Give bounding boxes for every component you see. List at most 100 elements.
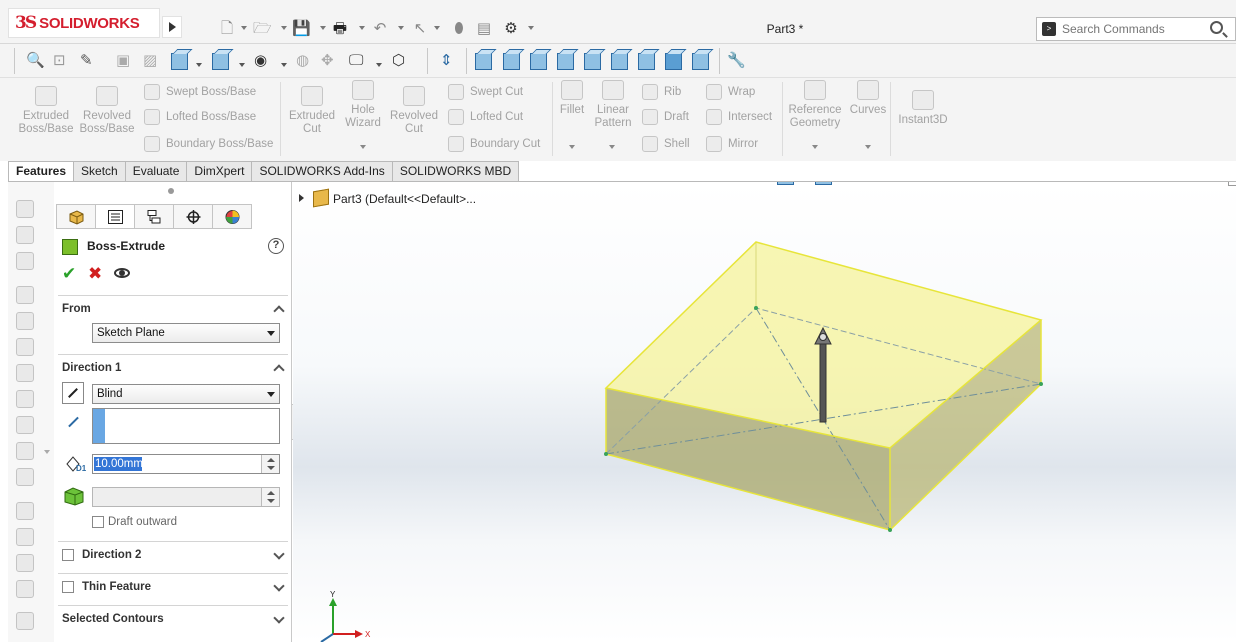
dome-shortcut-icon[interactable] (16, 442, 34, 460)
collapse-direction1-chevron-icon[interactable] (273, 364, 285, 376)
undo-dropdown-icon[interactable] (398, 26, 404, 30)
hide-show-items-icon[interactable]: ◉ (853, 182, 866, 184)
expand-thin-feature-chevron-icon[interactable] (273, 580, 285, 592)
hide-show-items-icon[interactable]: ◉ (254, 52, 267, 70)
curve-shortcut-icon[interactable] (16, 612, 34, 630)
view-orientation-icon[interactable] (171, 53, 188, 70)
open-folder-icon[interactable]: 🗁 (253, 20, 272, 38)
from-section-title[interactable]: From (62, 303, 91, 315)
lofted-boss-base-button[interactable]: Lofted Boss/Base (144, 108, 256, 126)
edit-appearance-icon[interactable]: ◍ (893, 182, 906, 184)
fillet-shortcut-icon[interactable] (16, 286, 34, 304)
swept-boss-base-button[interactable]: Swept Boss/Base (144, 83, 256, 101)
move-body-shortcut-icon[interactable] (16, 580, 34, 598)
draft-angle-stepper[interactable] (92, 487, 280, 507)
section-view-icon[interactable]: ▣ (725, 182, 739, 184)
command-prompt-icon[interactable]: > (1042, 22, 1056, 36)
draft-on-off-icon[interactable] (62, 484, 86, 506)
linear-pattern-dropdown-icon[interactable] (609, 145, 615, 149)
extruded-boss-base-button[interactable]: Extruded Boss/Base (18, 86, 74, 136)
graphics-area[interactable]: 🔍 ⊡ ✎ ▣ ✥ ◉ ◍ ✥ 🖵 Part3 (Default<<Defaul… (293, 182, 1236, 642)
rebuild-icon[interactable]: ⬮ (450, 20, 468, 38)
view-settings-dropdown-icon[interactable] (376, 63, 382, 67)
draft-button[interactable]: Draft (642, 108, 689, 126)
revolved-cut-button[interactable]: Revolved Cut (388, 86, 440, 136)
front-view-icon[interactable] (475, 53, 492, 70)
view-settings-icon[interactable]: 🖵 (349, 52, 363, 70)
back-view-icon[interactable] (503, 53, 520, 70)
detailed-preview-eye-icon[interactable] (114, 268, 130, 278)
tab-feature-manager[interactable] (56, 204, 96, 229)
extruded-cut-button[interactable]: Extruded Cut (286, 86, 338, 136)
zoom-to-fit-icon[interactable]: 🔍 (649, 182, 668, 184)
search-input[interactable] (1062, 22, 1192, 36)
tab-display-manager[interactable] (212, 204, 252, 229)
previous-view-icon[interactable]: ✎ (80, 52, 93, 70)
reference-geometry-dropdown-icon[interactable] (812, 145, 818, 149)
search-icon[interactable] (1210, 21, 1223, 34)
combine-shortcut-icon[interactable] (16, 528, 34, 546)
options-gear-icon[interactable]: ⚙ (502, 20, 520, 38)
new-dropdown-icon[interactable] (241, 26, 247, 30)
panel-grip-icon[interactable] (168, 188, 174, 194)
intersect-button[interactable]: Intersect (706, 108, 772, 126)
chamfer-shortcut-icon[interactable] (16, 312, 34, 330)
curves-dropdown-icon[interactable] (865, 145, 871, 149)
edit-appearance-icon[interactable]: ◍ (296, 52, 309, 70)
tab-dimxpert[interactable]: DimXpert (186, 161, 253, 182)
boundary-boss-base-button[interactable]: Boundary Boss/Base (144, 135, 273, 153)
dynamic-annotation-icon[interactable]: ✥ (751, 182, 764, 184)
linear-pattern-button[interactable]: Linear Pattern (592, 80, 634, 130)
selected-contours-section-title[interactable]: Selected Contours (62, 613, 164, 625)
depth-input[interactable] (94, 456, 260, 472)
select-arrow-icon[interactable]: ↖ (411, 20, 429, 38)
reverse-direction-button[interactable] (62, 382, 84, 404)
fillet-button[interactable]: Fillet (556, 80, 588, 117)
tab-property-manager[interactable] (95, 204, 135, 229)
tab-sketch[interactable]: Sketch (73, 161, 126, 182)
save-icon[interactable]: 💾 (292, 20, 311, 38)
swept-cut-button[interactable]: Swept Cut (448, 83, 523, 101)
open-dropdown-icon[interactable] (281, 26, 287, 30)
tab-features[interactable]: Features (8, 161, 75, 182)
direction2-section-title[interactable]: Direction 2 (82, 549, 141, 561)
zoom-to-area-icon[interactable]: ⊡ (675, 182, 688, 184)
pattern-shortcut-icon[interactable] (16, 338, 34, 356)
display-style-icon[interactable] (212, 53, 229, 70)
task-pane-toggle-icon[interactable] (1228, 182, 1236, 186)
tab-dimxpert-manager[interactable] (173, 204, 213, 229)
tab-solidworks-add-ins[interactable]: SOLIDWORKS Add-Ins (251, 161, 393, 182)
lofted-cut-button[interactable]: Lofted Cut (448, 108, 523, 126)
apply-scene-icon[interactable]: ✥ (321, 52, 334, 70)
hole-wizard-dropdown-icon[interactable] (360, 145, 366, 149)
extrude-shortcut-icon[interactable] (16, 200, 34, 218)
shell-button[interactable]: Shell (642, 135, 690, 153)
direction-selection-box[interactable] (92, 408, 280, 444)
split-shortcut-icon[interactable] (16, 554, 34, 572)
end-condition-select[interactable]: Blind (92, 384, 280, 404)
boundary-cut-button[interactable]: Boundary Cut (448, 135, 540, 153)
previous-view-icon[interactable]: ✎ (701, 182, 714, 184)
from-select[interactable]: Sketch Plane (92, 323, 280, 343)
3d-view-icon[interactable]: ⬡ (392, 52, 405, 70)
print-dropdown-icon[interactable] (359, 26, 365, 30)
expand-selected-contours-chevron-icon[interactable] (273, 612, 285, 624)
hide-show-dropdown-icon[interactable] (281, 63, 287, 67)
view-orientation-dropdown-icon[interactable] (196, 63, 202, 67)
thin-feature-checkbox[interactable] (62, 581, 74, 593)
display-style-dropdown-icon[interactable] (239, 63, 245, 67)
view-orientation-icon[interactable] (777, 182, 794, 185)
ok-checkmark-icon[interactable]: ✔ (62, 264, 76, 284)
thin-feature-section-title[interactable]: Thin Feature (82, 581, 151, 593)
revolve-shortcut-icon[interactable] (16, 226, 34, 244)
view-settings-icon[interactable]: 🖵 (959, 182, 973, 184)
shaded-with-edges-icon[interactable] (665, 53, 682, 70)
cancel-x-icon[interactable]: ✖ (88, 264, 102, 284)
zoom-to-fit-icon[interactable]: 🔍 (26, 52, 45, 70)
depth-stepper[interactable] (92, 454, 280, 474)
depth-spin-arrows[interactable] (261, 455, 279, 473)
bottom-view-icon[interactable] (611, 53, 628, 70)
shaded-icon[interactable] (692, 53, 709, 70)
select-dropdown-icon[interactable] (434, 26, 440, 30)
measure-icon[interactable]: 🔧 (727, 52, 746, 70)
